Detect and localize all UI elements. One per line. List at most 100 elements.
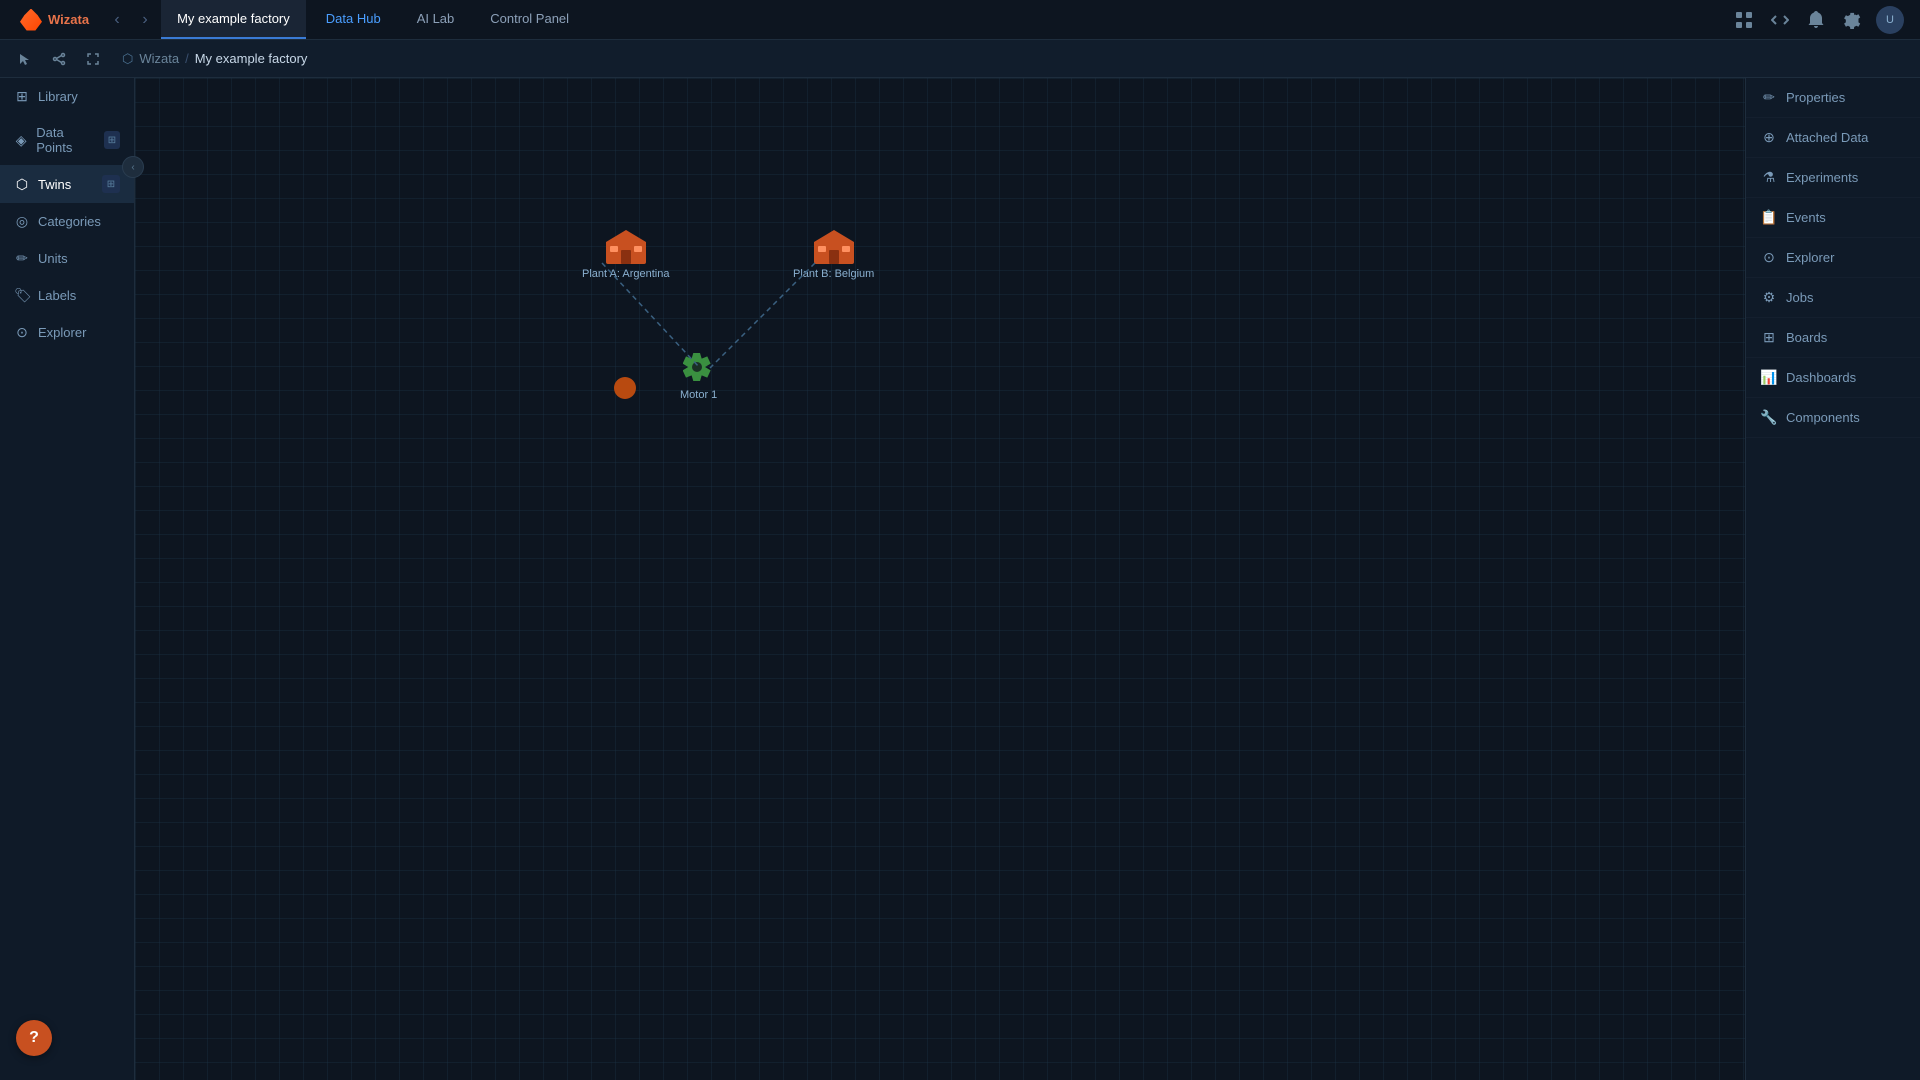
sidebar-item-labels[interactable]: 🏷 Labels — [0, 277, 134, 314]
rs-label-boards: Boards — [1786, 330, 1827, 345]
sidebar-item-twins[interactable]: ⬡ Twins ⊞ — [0, 165, 134, 203]
components-icon: 🔧 — [1760, 409, 1778, 426]
sidebar-item-library[interactable]: ⊞ Library — [0, 78, 134, 115]
plant-a-door — [621, 250, 631, 264]
tab-data-hub[interactable]: Data Hub — [310, 0, 397, 39]
sidebar-label-units: Units — [38, 251, 68, 266]
rs-item-dashboards[interactable]: 📊 Dashboards — [1746, 358, 1920, 398]
experiments-icon: ⚗ — [1760, 169, 1778, 186]
motor-1-center — [692, 362, 702, 372]
sidebar-item-data-points[interactable]: ◈ Data Points ⊞ — [0, 115, 134, 165]
units-icon: ✏ — [14, 250, 30, 267]
rs-item-properties[interactable]: ✏ Properties — [1746, 78, 1920, 118]
toolbar-bar: ⬡ Wizata / My example factory — [0, 40, 1920, 78]
jobs-icon: ⚙ — [1760, 289, 1778, 306]
tab-ai-lab[interactable]: AI Lab — [401, 0, 471, 39]
left-sidebar: ‹ ⊞ Library ◈ Data Points ⊞ ⬡ Twins ⊞ ◎ … — [0, 78, 135, 1080]
expand-tool-button[interactable] — [80, 46, 106, 72]
plant-a-roof — [606, 230, 646, 242]
node-motor-1[interactable]: Motor 1 — [680, 353, 717, 401]
sidebar-item-categories[interactable]: ◎ Categories — [0, 203, 134, 240]
tab-control-panel[interactable]: Control Panel — [474, 0, 585, 39]
data-points-icon: ◈ — [14, 132, 28, 149]
twins-badge: ⊞ — [102, 175, 120, 193]
user-avatar[interactable]: U — [1876, 6, 1904, 34]
rs-item-jobs[interactable]: ⚙ Jobs — [1746, 278, 1920, 318]
top-navbar: Wizata ‹ › My example factory Data Hub A… — [0, 0, 1920, 40]
rs-label-properties: Properties — [1786, 90, 1845, 105]
node-plant-a[interactable]: Plant A: Argentina — [582, 230, 669, 280]
breadcrumb-home-icon: ⬡ — [122, 51, 133, 67]
rs-item-boards[interactable]: ⊞ Boards — [1746, 318, 1920, 358]
data-points-badge: ⊞ — [104, 131, 120, 149]
rs-label-components: Components — [1786, 410, 1860, 425]
nav-back-button[interactable]: ‹ — [105, 8, 129, 32]
rs-item-components[interactable]: 🔧 Components — [1746, 398, 1920, 438]
settings-icon[interactable] — [1840, 8, 1864, 32]
sidebar-label-data-points: Data Points — [36, 125, 96, 155]
nav-forward-button[interactable]: › — [133, 8, 157, 32]
node-motor-1-label: Motor 1 — [680, 389, 717, 401]
logo-area[interactable]: Wizata — [8, 0, 101, 39]
rs-item-experiments[interactable]: ⚗ Experiments — [1746, 158, 1920, 198]
sidebar-label-library: Library — [38, 89, 78, 104]
topbar-right: U — [1732, 6, 1912, 34]
attached-data-icon: ⊕ — [1760, 129, 1778, 146]
sidebar-label-twins: Twins — [38, 177, 71, 192]
properties-icon: ✏ — [1760, 89, 1778, 106]
plant-b-roof — [814, 230, 854, 242]
rs-label-jobs: Jobs — [1786, 290, 1813, 305]
plant-a-window-left — [610, 246, 618, 252]
plant-b-window-right — [842, 246, 850, 252]
logo-flame-icon — [20, 9, 42, 31]
node-plant-a-label: Plant A: Argentina — [582, 268, 669, 280]
breadcrumb: ⬡ Wizata / My example factory — [122, 51, 307, 67]
tab-data-hub-label: Data Hub — [326, 11, 381, 26]
logo-label: Wizata — [48, 12, 89, 27]
tab-my-factory[interactable]: My example factory — [161, 0, 306, 39]
node-plant-b[interactable]: Plant B: Belgium — [793, 230, 874, 280]
sidebar-collapse-button[interactable]: ‹ — [122, 156, 144, 178]
rs-item-events[interactable]: 📋 Events — [1746, 198, 1920, 238]
sidebar-label-categories: Categories — [38, 214, 101, 229]
grid-icon[interactable] — [1732, 8, 1756, 32]
rs-label-explorer: Explorer — [1786, 250, 1834, 265]
tab-control-panel-label: Control Panel — [490, 11, 569, 26]
breadcrumb-home[interactable]: Wizata — [139, 51, 179, 66]
twins-icon: ⬡ — [14, 176, 30, 193]
cursor — [614, 377, 636, 399]
connection-lines — [135, 78, 1745, 1080]
sidebar-item-explorer[interactable]: ⊙ Explorer — [0, 314, 134, 351]
select-tool-button[interactable] — [12, 46, 38, 72]
plant-b-icon — [814, 230, 854, 264]
rs-label-events: Events — [1786, 210, 1826, 225]
library-icon: ⊞ — [14, 88, 30, 105]
labels-icon: 🏷 — [14, 287, 30, 304]
bell-icon[interactable] — [1804, 8, 1828, 32]
boards-icon: ⊞ — [1760, 329, 1778, 346]
breadcrumb-separator: / — [185, 51, 189, 66]
canvas-area[interactable]: Plant A: Argentina Plant B: Belgium Moto… — [135, 78, 1745, 1080]
events-icon: 📋 — [1760, 209, 1778, 226]
rs-item-attached-data[interactable]: ⊕ Attached Data — [1746, 118, 1920, 158]
plant-b-body — [814, 242, 854, 264]
node-plant-b-label: Plant B: Belgium — [793, 268, 874, 280]
plant-b-window-left — [818, 246, 826, 252]
plant-a-icon — [606, 230, 646, 264]
plant-a-body — [606, 242, 646, 264]
rs-label-dashboards: Dashboards — [1786, 370, 1856, 385]
rs-label-experiments: Experiments — [1786, 170, 1858, 185]
layout-tool-button[interactable] — [46, 46, 72, 72]
plant-a-window-right — [634, 246, 642, 252]
breadcrumb-current: My example factory — [195, 51, 308, 66]
right-sidebar: ✏ Properties ⊕ Attached Data ⚗ Experimen… — [1745, 78, 1920, 1080]
sidebar-item-units[interactable]: ✏ Units — [0, 240, 134, 277]
sidebar-label-labels: Labels — [38, 288, 76, 303]
rs-item-explorer[interactable]: ⊙ Explorer — [1746, 238, 1920, 278]
main-area: ‹ ⊞ Library ◈ Data Points ⊞ ⬡ Twins ⊞ ◎ … — [0, 78, 1920, 1080]
plant-b-door — [829, 250, 839, 264]
rs-explorer-icon: ⊙ — [1760, 249, 1778, 266]
help-button[interactable]: ? — [16, 1020, 52, 1056]
code-icon[interactable] — [1768, 8, 1792, 32]
categories-icon: ◎ — [14, 213, 30, 230]
